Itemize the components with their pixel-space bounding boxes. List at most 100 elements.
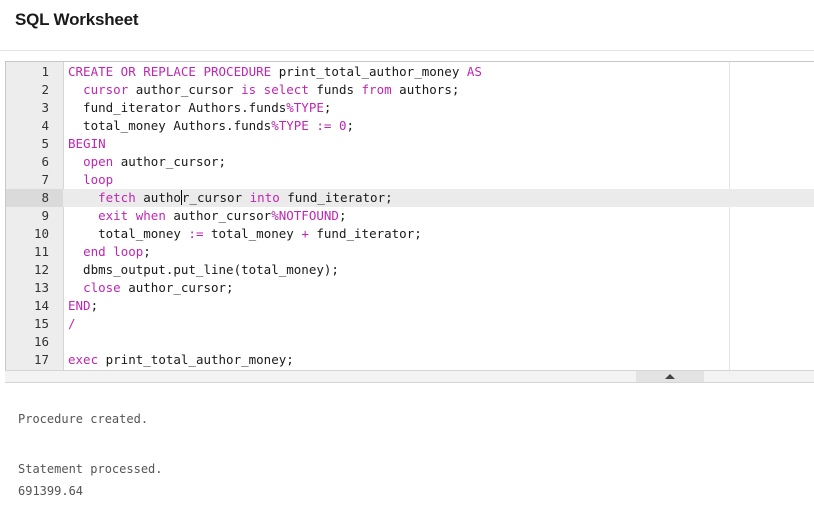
code-line[interactable]: 10 total_money := total_money + fund_ite… (6, 225, 814, 243)
code-text[interactable]: end loop; (68, 243, 151, 261)
line-number: 5 (41, 136, 49, 151)
page-title: SQL Worksheet (15, 10, 139, 29)
line-number: 9 (41, 208, 49, 223)
code-keyword: open (83, 154, 114, 169)
line-number: 8 (6, 189, 63, 207)
code-keyword: END (68, 298, 91, 313)
code-keyword: exit when (98, 208, 166, 223)
code-text[interactable]: loop (68, 171, 113, 189)
worksheet-header: SQL Worksheet (0, 0, 814, 51)
code-line[interactable]: 4 total_money Authors.funds%TYPE := 0; (6, 117, 814, 135)
code-text[interactable]: CREATE OR REPLACE PROCEDURE print_total_… (68, 63, 482, 81)
line-number: 2 (41, 82, 49, 97)
line-number: 11 (33, 244, 49, 259)
code-keyword: %TYPE (271, 118, 309, 133)
code-text[interactable]: total_money := total_money + fund_iterat… (68, 225, 422, 243)
code-token: ; (338, 208, 347, 223)
code-line[interactable]: 8 fetch author_cursor into fund_iterator… (6, 189, 814, 207)
results-pane: Procedure created. Statement processed. … (5, 383, 814, 517)
code-text[interactable]: fund_iterator Authors.funds%TYPE; (68, 99, 331, 117)
result-line: 691399.64 (18, 484, 84, 498)
line-number: 7 (41, 172, 49, 187)
code-text[interactable]: exit when author_cursor%NOTFOUND; (68, 207, 346, 225)
code-line[interactable]: 17 exec print_total_author_money; (6, 351, 814, 369)
code-line[interactable]: 7 loop (6, 171, 814, 189)
code-keyword: 0 (338, 118, 347, 133)
code-text[interactable]: cursor author_cursor is select funds fro… (68, 81, 459, 99)
code-text[interactable]: END; (68, 297, 98, 315)
code-token: autho (135, 190, 181, 205)
code-token: fund_iterator; (308, 226, 422, 241)
code-text[interactable]: fetch author_cursor into fund_iterator; (68, 189, 393, 207)
line-number: 6 (41, 154, 49, 169)
code-token: r_cursor (181, 190, 250, 205)
code-line[interactable]: 5 BEGIN (6, 135, 814, 153)
line-number: 17 (33, 352, 49, 367)
result-line: Procedure created. (18, 412, 149, 426)
code-keyword: into (249, 190, 280, 205)
line-number: 1 (41, 64, 49, 79)
sql-editor[interactable]: 1 CREATE OR REPLACE PROCEDURE print_total… (5, 61, 814, 371)
code-keyword: := (188, 226, 204, 241)
code-text[interactable]: dbms_output.put_line(total_money); (68, 261, 339, 279)
code-token: fund_iterator Authors.funds (68, 100, 287, 115)
code-keyword: cursor (83, 82, 129, 97)
code-token: total_money (203, 226, 302, 241)
code-text[interactable]: / (68, 315, 76, 333)
code-token: total_money (68, 226, 189, 241)
code-token: print_total_author_money (271, 64, 467, 79)
code-line[interactable]: 13 close author_cursor; (6, 279, 814, 297)
code-keyword: exec (68, 352, 99, 367)
code-token: author_cursor (128, 82, 242, 97)
caret-up-icon (665, 374, 675, 379)
code-line[interactable]: 14 END; (6, 297, 814, 315)
pane-splitter[interactable] (5, 370, 814, 383)
code-text[interactable]: total_money Authors.funds%TYPE := 0; (68, 117, 354, 135)
code-keyword: %TYPE (286, 100, 324, 115)
code-text[interactable]: open author_cursor; (68, 153, 226, 171)
line-number: 13 (33, 280, 49, 295)
code-line[interactable]: 6 open author_cursor; (6, 153, 814, 171)
code-line[interactable]: 2 cursor author_cursor is select funds f… (6, 81, 814, 99)
code-token: author_cursor; (113, 154, 227, 169)
collapse-results-button[interactable] (636, 371, 704, 382)
code-token: print_total_author_money; (98, 352, 294, 367)
code-keyword: from (361, 82, 392, 97)
code-keyword: / (68, 316, 76, 331)
code-token: ; (346, 118, 355, 133)
code-keyword: end loop (83, 244, 144, 259)
line-number: 14 (33, 298, 49, 313)
code-line[interactable]: 12 dbms_output.put_line(total_money); (6, 261, 814, 279)
code-token: ; (90, 298, 99, 313)
code-keyword: fetch (98, 190, 136, 205)
line-number: 10 (33, 226, 49, 241)
line-number: 16 (33, 334, 49, 349)
code-line[interactable]: 11 end loop; (6, 243, 814, 261)
code-token: total_money Authors.funds (68, 118, 272, 133)
code-line[interactable]: 3 fund_iterator Authors.funds%TYPE; (6, 99, 814, 117)
line-number: 3 (41, 100, 49, 115)
code-text[interactable]: BEGIN (68, 135, 106, 153)
code-line[interactable]: 15 / (6, 315, 814, 333)
code-text[interactable]: exec print_total_author_money; (68, 351, 294, 369)
code-line[interactable]: 16 (6, 333, 814, 351)
code-keyword: + (301, 226, 309, 241)
code-keyword: is select (241, 82, 309, 97)
code-token: fund_iterator; (279, 190, 393, 205)
code-token: funds (308, 82, 362, 97)
code-keyword: close (83, 280, 121, 295)
result-line: Statement processed. (18, 462, 163, 476)
code-token: ; (323, 100, 332, 115)
code-token: author_cursor (165, 208, 272, 223)
code-line[interactable]: 1 CREATE OR REPLACE PROCEDURE print_total… (6, 63, 814, 81)
code-text[interactable]: close author_cursor; (68, 279, 234, 297)
code-line[interactable]: 9 exit when author_cursor%NOTFOUND; (6, 207, 814, 225)
line-number: 12 (33, 262, 49, 277)
code-keyword: loop (83, 172, 114, 187)
